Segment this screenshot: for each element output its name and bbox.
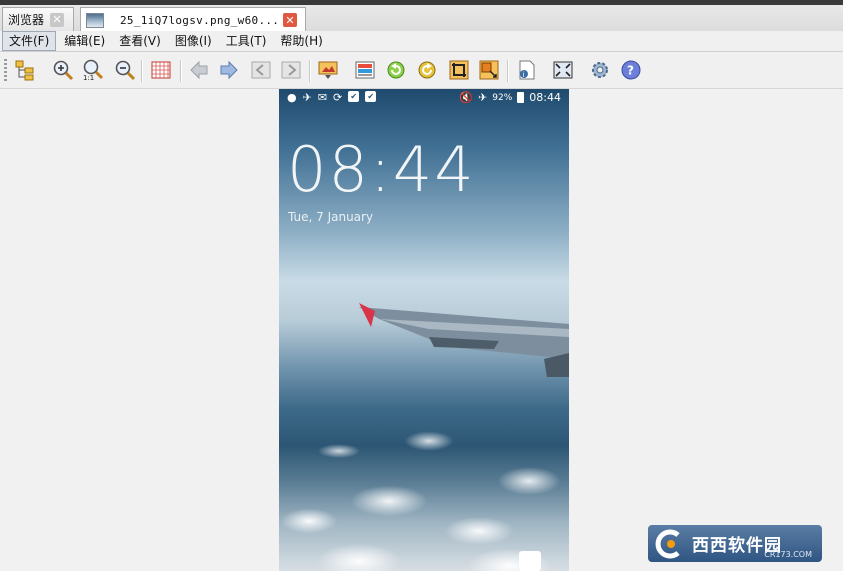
- mute-icon: 🔇: [459, 91, 474, 104]
- phone-status-right: 🔇 ✈ 92% 08:44: [459, 91, 561, 104]
- crop-icon[interactable]: [446, 57, 472, 83]
- arrow-right-icon[interactable]: [216, 57, 242, 83]
- check-icon: ✔: [365, 91, 377, 102]
- svg-text:1:1: 1:1: [83, 74, 94, 81]
- resize-icon[interactable]: [476, 57, 502, 83]
- menu-edit[interactable]: 编辑(E): [58, 32, 111, 50]
- image-thumbnail-icon: [86, 12, 104, 28]
- watermark-subtext: CR173.COM: [764, 550, 812, 559]
- folder-tree-icon[interactable]: [12, 57, 38, 83]
- sync-icon: ⟳: [333, 91, 343, 104]
- image-canvas[interactable]: ● ✈ ✉ ⟳ ✔ ✔ 🔇 ✈ 92% 08:44 08:44 Tue, 7 J…: [0, 89, 843, 571]
- watermark-emblem-icon: [652, 529, 690, 559]
- menu-file[interactable]: 文件(F): [2, 31, 57, 51]
- zoom-actual-icon[interactable]: 1:1: [80, 57, 106, 83]
- menu-tools[interactable]: 工具(T): [220, 32, 273, 50]
- mail-icon: ✉: [317, 91, 328, 104]
- slideshow-icon[interactable]: [315, 57, 341, 83]
- tab-browser-label: 浏览器: [8, 13, 45, 27]
- phone-notification-icons: ● ✈ ✉ ⟳ ✔ ✔: [287, 91, 377, 104]
- grid-icon[interactable]: [148, 57, 174, 83]
- camera-icon: [519, 551, 541, 571]
- svg-text:i: i: [523, 71, 525, 79]
- close-icon[interactable]: ✕: [283, 13, 297, 27]
- toolbar: 1:1 i ?: [0, 52, 843, 89]
- menu-help[interactable]: 帮助(H): [274, 32, 328, 50]
- toolbar-separator: [141, 60, 143, 82]
- airplane-mode-icon: ✈: [478, 91, 488, 104]
- toolbar-separator: [309, 60, 311, 82]
- clouds-graphic: [279, 401, 569, 571]
- menu-view[interactable]: 查看(V): [113, 32, 167, 50]
- lockscreen-clock: 08:44: [287, 133, 476, 206]
- status-time: 08:44: [529, 91, 561, 104]
- notification-icon: ✈: [302, 91, 312, 104]
- lockscreen-date: Tue, 7 January: [288, 210, 374, 224]
- prev-page-icon[interactable]: [248, 57, 274, 83]
- toolbar-separator: [180, 60, 182, 82]
- battery-percent: 92%: [492, 92, 513, 103]
- toolbar-separator: [507, 60, 509, 82]
- tab-image[interactable]: 25_1iQ7logsv.png_w60... ✕: [80, 7, 306, 32]
- phone-screenshot-image: ● ✈ ✉ ⟳ ✔ ✔ 🔇 ✈ 92% 08:44 08:44 Tue, 7 J…: [279, 89, 569, 571]
- menu-image[interactable]: 图像(I): [169, 32, 218, 50]
- zoom-out-icon[interactable]: [112, 57, 138, 83]
- airplane-wing-graphic: [359, 303, 569, 377]
- tab-image-label: 25_1iQ7logsv.png_w60...: [120, 13, 280, 27]
- settings-icon[interactable]: [587, 57, 613, 83]
- watermark-logo: 西西软件园 CR173.COM: [648, 525, 822, 562]
- fullscreen-icon[interactable]: [550, 57, 576, 83]
- next-page-icon[interactable]: [278, 57, 304, 83]
- battery-icon: [517, 92, 525, 103]
- tab-browser[interactable]: 浏览器 ✕: [2, 7, 74, 31]
- check-icon: ✔: [348, 91, 360, 102]
- toolbar-grip[interactable]: [4, 59, 7, 81]
- notification-icon: ●: [287, 91, 297, 104]
- image-info-icon[interactable]: [352, 57, 378, 83]
- svg-text:?: ?: [627, 64, 634, 78]
- rotate-left-icon[interactable]: [383, 57, 409, 83]
- menu-bar: 文件(F) 编辑(E) 查看(V) 图像(I) 工具(T) 帮助(H): [0, 31, 843, 52]
- close-icon[interactable]: ✕: [50, 12, 65, 27]
- arrow-left-icon[interactable]: [186, 57, 212, 83]
- zoom-in-icon[interactable]: [50, 57, 76, 83]
- phone-status-bar: ● ✈ ✉ ⟳ ✔ ✔ 🔇 ✈ 92% 08:44: [279, 89, 569, 107]
- properties-icon[interactable]: i: [513, 57, 539, 83]
- rotate-right-icon[interactable]: [414, 57, 440, 83]
- tab-bar: 浏览器 ✕ 25_1iQ7logsv.png_w60... ✕: [0, 5, 843, 32]
- help-icon[interactable]: ?: [618, 57, 644, 83]
